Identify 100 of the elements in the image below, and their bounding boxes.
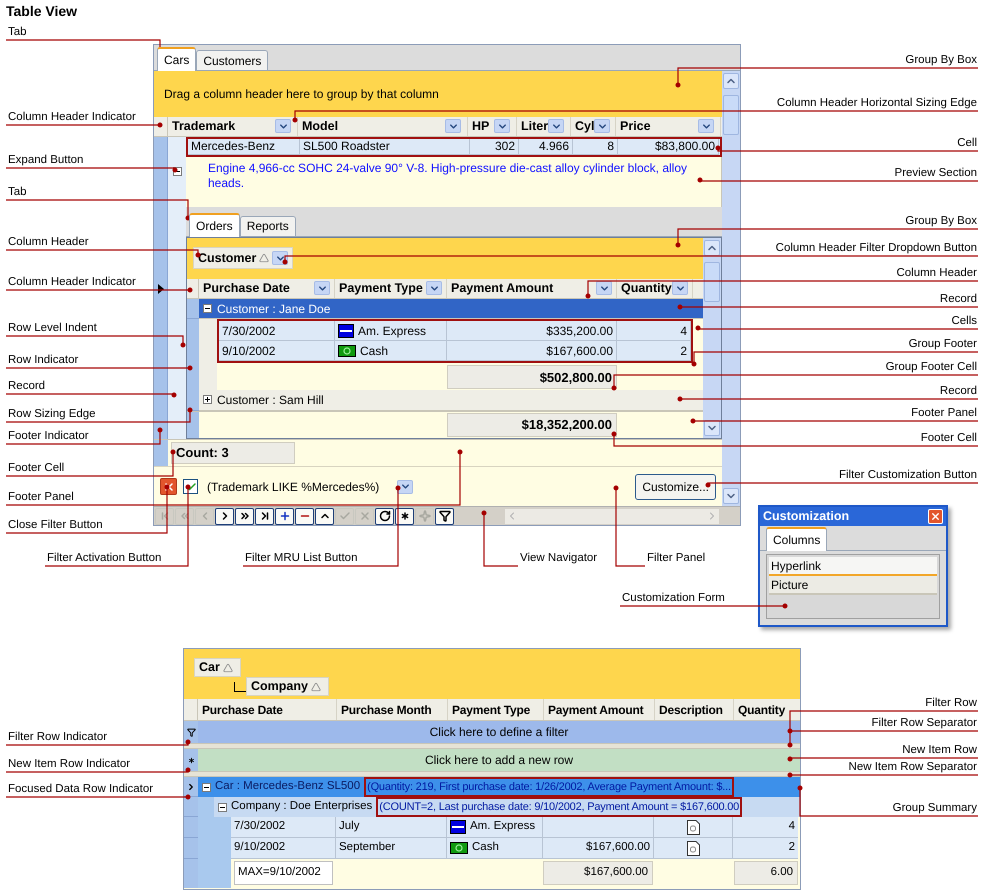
dropdown-button[interactable] [672, 281, 688, 296]
dropdown-button[interactable] [548, 119, 564, 134]
collapse-icon[interactable] [203, 304, 212, 314]
column-header[interactable]: Purchase Date [198, 699, 337, 720]
filter-icon [186, 728, 196, 736]
new-item-row[interactable]: Click here to add a new row [198, 749, 800, 771]
customize-button[interactable]: Customize... [635, 474, 716, 500]
triangle-icon [310, 682, 321, 692]
group-row[interactable]: Customer : Jane Doe [199, 298, 703, 320]
column-header[interactable]: Quantity [734, 699, 800, 720]
close-filter-button[interactable] [160, 478, 177, 496]
column-header[interactable]: Company [246, 677, 329, 696]
scroll-up-button[interactable] [723, 73, 739, 89]
list-item[interactable]: Picture [769, 576, 937, 595]
filter-icon [438, 510, 450, 522]
table-cell: 9/10/2002 [231, 838, 336, 859]
callout-label: Filter Row Indicator [8, 730, 108, 744]
filter-text: (Trademark LIKE %Mercedes%) [207, 478, 380, 496]
banknote-icon [338, 344, 356, 357]
dropdown-button[interactable] [494, 119, 510, 134]
column-header[interactable]: Customer [193, 247, 294, 270]
dropdown-button[interactable] [275, 119, 291, 134]
callout-label: Filter Panel [647, 551, 706, 565]
navigator-button[interactable] [255, 508, 274, 524]
tab[interactable]: Customers [196, 50, 268, 70]
scrollbar[interactable] [722, 71, 740, 506]
callout-label: Column Header [896, 266, 977, 280]
filter-row[interactable]: Click here to define a filter [198, 721, 800, 743]
tab[interactable]: Cars [157, 47, 196, 71]
column-header[interactable]: Liter [517, 116, 571, 136]
scrollbar-thumb[interactable] [704, 262, 720, 302]
column-header[interactable]: Cyl [571, 116, 616, 136]
group-row[interactable]: Customer : Sam Hill [199, 390, 703, 411]
dropdown-button[interactable] [698, 119, 714, 134]
scroll-down-button[interactable] [723, 488, 739, 504]
callout-label: Tab [8, 25, 27, 39]
group-row-label: Car : Mercedes-Benz SL500 [215, 779, 360, 794]
navigator-button[interactable] [215, 508, 234, 524]
callout-label: Record [940, 384, 977, 398]
scroll-up-button[interactable] [704, 240, 720, 256]
column-header[interactable]: Price [616, 116, 721, 136]
callout-label: Close Filter Button [8, 518, 103, 532]
navigator-button[interactable] [315, 508, 334, 524]
x-icon [358, 510, 370, 522]
tab[interactable]: Columns [766, 527, 828, 551]
callout-label: Filter Row [925, 696, 977, 710]
footer-cell: $18,352,200.00 [447, 412, 617, 437]
column-header[interactable]: Model [298, 116, 468, 136]
navigator-button[interactable] [275, 508, 294, 524]
column-header[interactable]: Purchase Month [337, 699, 448, 720]
navigator-button[interactable] [435, 508, 454, 524]
dropdown-button[interactable] [397, 480, 414, 494]
expand-icon[interactable] [203, 395, 212, 404]
callout-label: Row Level Indent [8, 321, 97, 335]
callout-label: View Navigator [520, 551, 598, 565]
tab[interactable]: Orders [189, 212, 240, 237]
navigator-button[interactable] [375, 508, 394, 524]
group-footer-cell: $167,600.00 [543, 861, 653, 885]
table-cell: 4.966 [519, 138, 573, 155]
callout-label: Column Header Indicator [8, 275, 136, 289]
navigator-button[interactable] [235, 508, 254, 524]
callout-label: Column Header [8, 235, 89, 249]
dropdown-button[interactable] [594, 119, 610, 134]
close-button[interactable] [928, 509, 943, 524]
callout-label: Expand Button [8, 153, 84, 167]
callout-label: Preview Section [894, 166, 977, 180]
dropdown-button[interactable] [314, 281, 330, 296]
row-indicator[interactable] [184, 777, 198, 797]
column-header[interactable]: Description [655, 699, 734, 720]
column-header[interactable]: Payment Type [335, 278, 447, 298]
column-header[interactable]: Quantity [617, 278, 693, 298]
scrollbar[interactable] [703, 238, 721, 438]
column-header[interactable]: Payment Type [448, 699, 544, 720]
navigator-button[interactable] [395, 508, 414, 524]
callout-label: Customization Form [622, 591, 725, 605]
collapse-icon[interactable] [202, 782, 211, 792]
dropdown-button[interactable] [426, 281, 442, 296]
group-row[interactable]: Company : Doe Enterprises (COUNT=2, Last purchase date: 9/10/2002, Payment Amount = $167,600.00 [214, 797, 800, 817]
column-header[interactable]: HP [468, 116, 517, 136]
group-row[interactable]: Car : Mercedes-Benz SL500 (Quantity: 219, First purchase date: 1/26/2002, Average Payment Amount: $... [198, 777, 800, 797]
row-indicator[interactable] [187, 390, 199, 411]
list-item[interactable]: Hyperlink [769, 557, 937, 576]
asterisk-icon [186, 756, 196, 764]
tab[interactable]: Reports [240, 216, 296, 236]
group-row-label: Customer : Sam Hill [217, 392, 324, 409]
callout-label: Footer Cell [8, 461, 64, 475]
dropdown-button[interactable] [596, 281, 612, 296]
column-header[interactable]: Purchase Date [199, 278, 335, 298]
scrollbar-thumb[interactable] [723, 95, 739, 135]
payment-type: Cash [472, 840, 499, 856]
column-header[interactable]: Payment Amount [544, 699, 655, 720]
column-header[interactable]: Car [194, 658, 241, 677]
horizontal-scrollbar[interactable] [505, 508, 719, 524]
column-header[interactable]: Trademark [168, 116, 298, 136]
scroll-down-button[interactable] [704, 420, 720, 436]
dropdown-button[interactable] [445, 119, 461, 134]
row-indicator[interactable] [184, 797, 198, 817]
column-header[interactable]: Payment Amount [447, 278, 617, 298]
collapse-icon[interactable] [218, 802, 227, 812]
navigator-button[interactable] [295, 508, 314, 524]
